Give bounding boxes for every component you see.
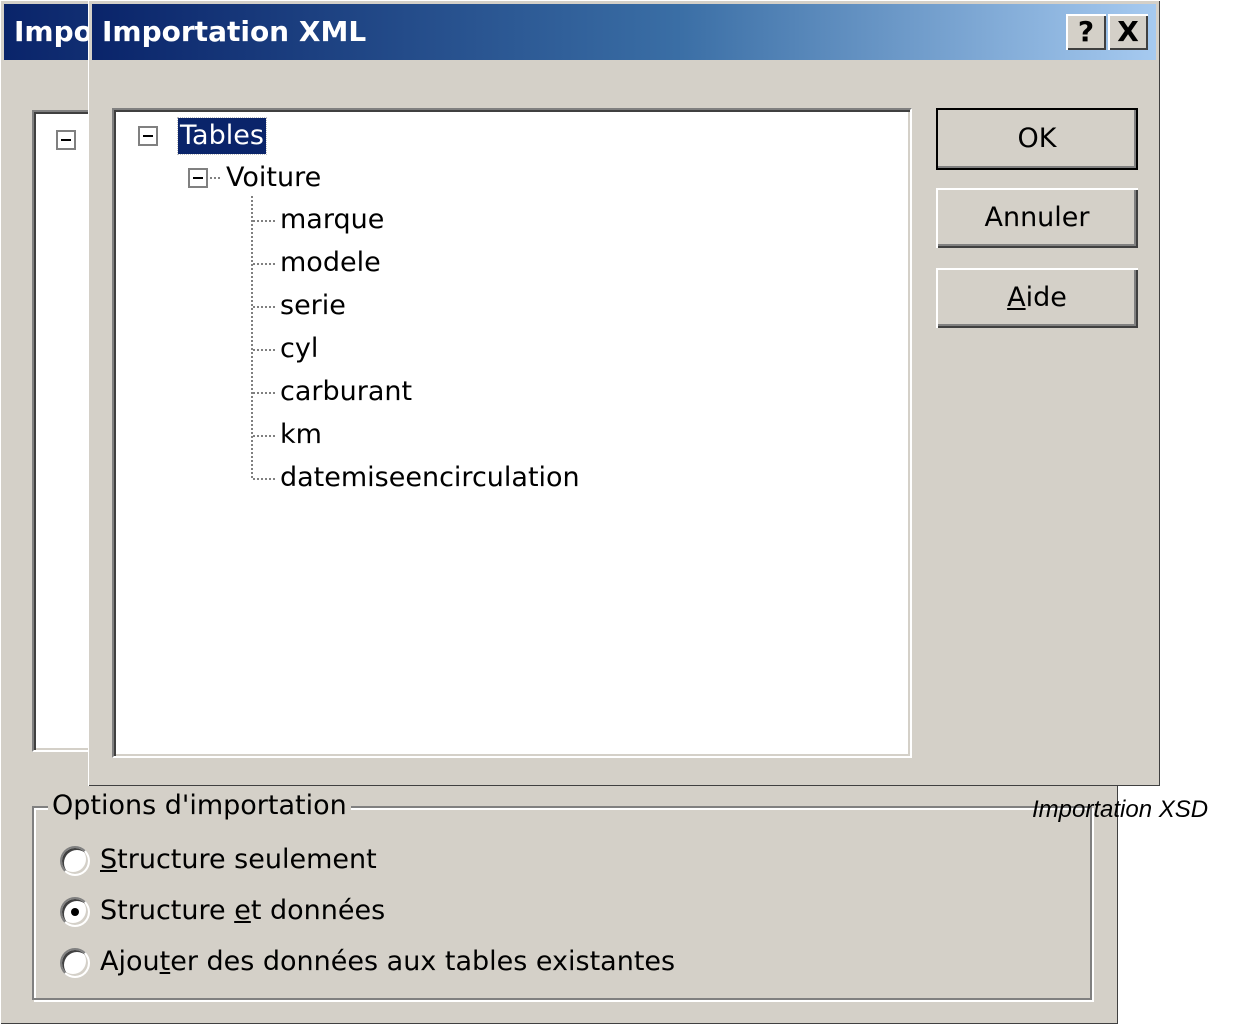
tree-node-tables[interactable]: Tables: [177, 117, 267, 155]
tree-connector: [253, 435, 275, 437]
close-icon: X: [1117, 15, 1139, 48]
front-dialog: Importation XML ? X Tables Voiture marqu…: [88, 0, 1160, 786]
back-tree-collapse-icon[interactable]: [56, 130, 76, 150]
radio-structure-only[interactable]: [60, 846, 90, 876]
tree-connector: [253, 306, 275, 308]
voiture-collapse-icon[interactable]: [188, 168, 208, 188]
tree-connector: [253, 349, 275, 351]
import-options-label: Options d'importation: [48, 788, 351, 824]
tree-connector: [253, 220, 275, 222]
tables-collapse-icon[interactable]: [138, 126, 158, 146]
cancel-button[interactable]: Annuler: [936, 188, 1138, 248]
question-mark-icon: ?: [1077, 15, 1095, 48]
radio-structure-and-data-label[interactable]: Structure et données: [100, 893, 385, 929]
xml-tree-view[interactable]: Tables Voiture marque modele serie cyl c…: [112, 108, 912, 758]
radio-structure-and-data[interactable]: [60, 897, 90, 927]
ok-button[interactable]: OK: [936, 108, 1138, 170]
tree-node-field[interactable]: km: [280, 417, 322, 453]
tree-node-field[interactable]: serie: [280, 288, 346, 324]
close-caption-button[interactable]: X: [1108, 14, 1148, 50]
tree-node-field[interactable]: carburant: [280, 374, 412, 410]
figure-caption: Importation XSD: [1032, 796, 1209, 823]
tree-node-field[interactable]: datemiseencirculation: [280, 460, 580, 496]
tree-node-field[interactable]: marque: [280, 202, 384, 238]
tree-connector: [253, 392, 275, 394]
radio-append-data[interactable]: [60, 948, 90, 978]
tree-connector: [210, 177, 220, 179]
tree-connector: [253, 478, 275, 480]
front-dialog-titlebar[interactable]: Importation XML: [92, 4, 1156, 60]
radio-structure-only-label[interactable]: Structure seulement: [100, 842, 377, 878]
radio-append-data-label[interactable]: Ajouter des données aux tables existante…: [100, 944, 675, 980]
front-dialog-title: Importation XML: [102, 15, 367, 48]
tree-node-voiture[interactable]: Voiture: [226, 160, 321, 196]
tree-node-field[interactable]: modele: [280, 245, 381, 281]
tree-node-field[interactable]: cyl: [280, 331, 318, 367]
help-button[interactable]: Aide: [936, 268, 1138, 328]
tree-connector: [253, 263, 275, 265]
help-caption-button[interactable]: ?: [1066, 14, 1106, 50]
